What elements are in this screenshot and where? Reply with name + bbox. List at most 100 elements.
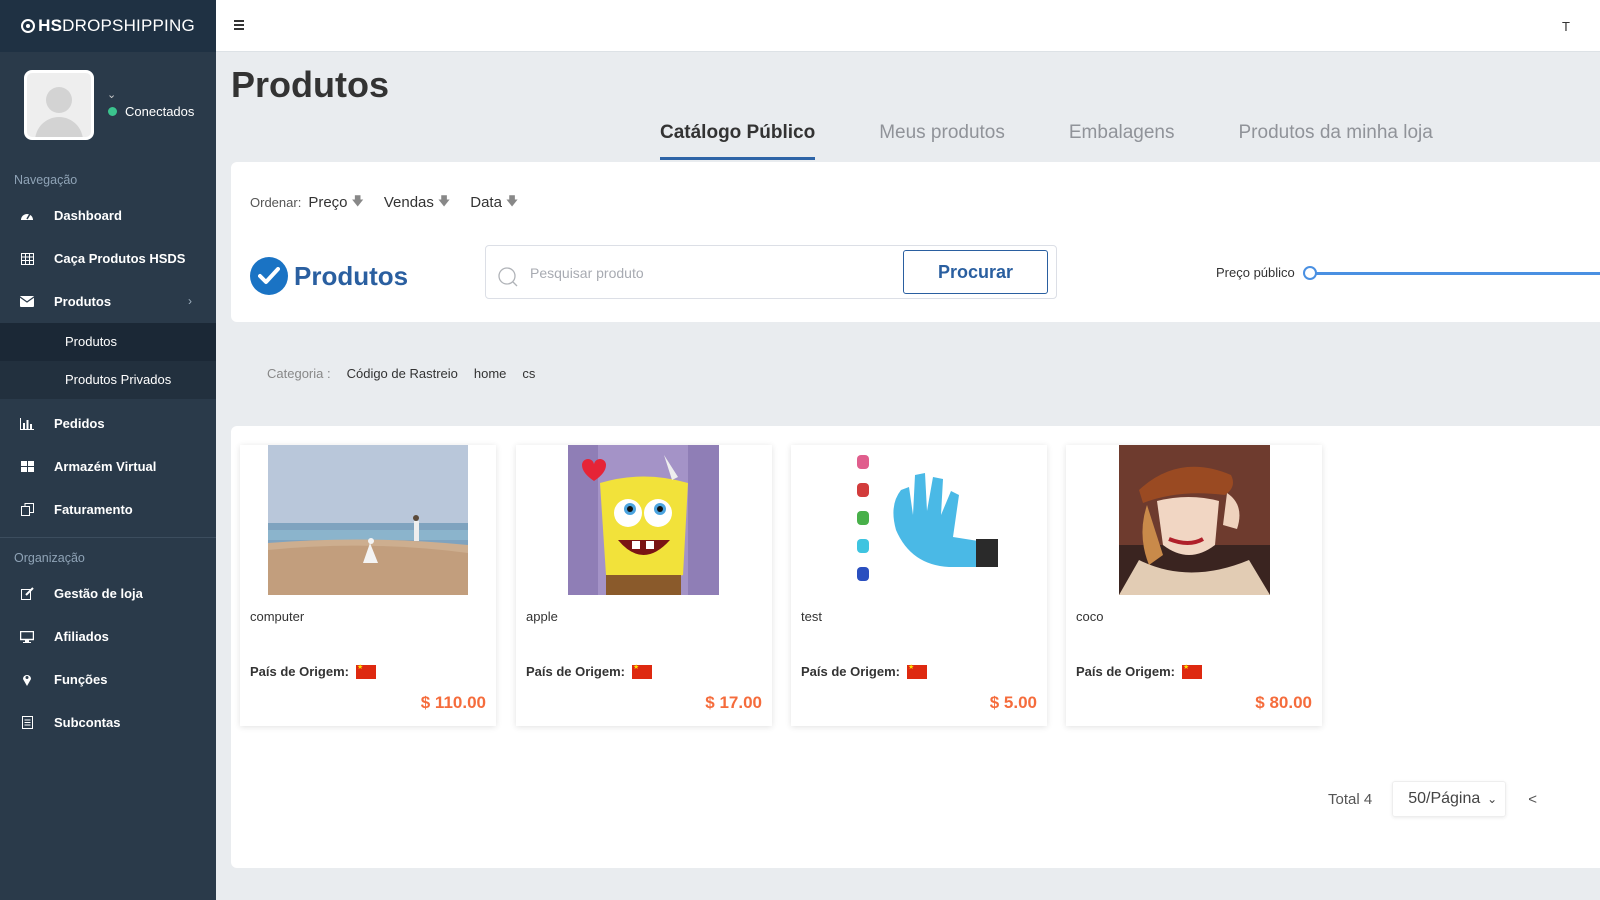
sidebar-item-label: Gestão de loja	[54, 586, 143, 601]
sort-row: Ordenar: Preço 🡇 Vendas 🡇 Data 🡇	[250, 192, 538, 213]
product-name: coco	[1076, 609, 1104, 624]
subnav-item-produtos-privados[interactable]: Produtos Privados	[0, 361, 216, 399]
tab-catalogo-publico[interactable]: Catálogo Público	[660, 118, 816, 160]
search-box: Procurar	[485, 245, 1057, 299]
sort-option-label: Preço	[308, 194, 348, 211]
product-card[interactable]: test País de Origem: $ 5.00	[791, 445, 1047, 726]
edit-icon	[19, 587, 35, 601]
section-heading-label: Produtos	[294, 260, 409, 291]
brand-prefix: HS	[38, 16, 63, 35]
product-card[interactable]: coco País de Origem: $ 80.00	[1066, 445, 1322, 726]
product-price: $ 17.00	[705, 693, 762, 712]
origin-label: País de Origem:	[526, 664, 625, 679]
brand-suffix: DROPSHIPPING	[62, 16, 195, 35]
sort-option-label: Vendas	[383, 194, 434, 211]
map-pin-icon	[19, 673, 35, 687]
hamburger-menu-icon[interactable]	[234, 20, 244, 32]
sidebar-item-produtos[interactable]: Produtos ›	[0, 280, 216, 323]
avatar[interactable]	[24, 70, 94, 140]
china-flag-icon	[906, 663, 927, 679]
product-price: $ 110.00	[420, 693, 486, 712]
product-origin: País de Origem:	[1076, 663, 1202, 679]
product-image[interactable]	[1119, 445, 1270, 595]
search-button[interactable]: Procurar	[903, 250, 1048, 294]
prev-page-button[interactable]: <	[1528, 791, 1537, 808]
product-origin: País de Origem:	[801, 663, 927, 679]
origin-label: País de Origem:	[250, 664, 349, 679]
brand-logo[interactable]: HS DROPSHIPPING	[0, 0, 216, 52]
sidebar-divider	[0, 537, 216, 538]
sidebar-item-subcontas[interactable]: Subcontas	[0, 701, 216, 744]
tab-embalagens[interactable]: Embalagens	[1069, 118, 1175, 160]
category-filter: Categoria : Código de Rastreio home cs	[267, 366, 551, 381]
product-name: apple	[526, 609, 558, 624]
sidebar-item-funcoes[interactable]: Funções	[0, 658, 216, 701]
bar-chart-icon	[19, 417, 35, 431]
produtos-submenu: Produtos Produtos Privados	[0, 323, 216, 399]
price-slider[interactable]	[1303, 266, 1600, 280]
sort-by-sales[interactable]: Vendas 🡇	[384, 192, 450, 213]
sidebar-item-pedidos[interactable]: Pedidos	[0, 402, 216, 445]
page-title: Produtos	[231, 64, 389, 105]
section-heading: Produtos	[250, 257, 408, 295]
sidebar-item-dashboard[interactable]: Dashboard	[0, 194, 216, 237]
dashboard-icon	[19, 209, 35, 223]
check-circle-icon	[250, 257, 288, 295]
sidebar-item-label: Subcontas	[54, 715, 121, 730]
tabs: Catálogo Público Meus produtos Embalagen…	[660, 118, 1497, 160]
online-status: Conectados	[108, 104, 194, 119]
sidebar: HS DROPSHIPPING ⌄ Conectados Navegação Da…	[0, 0, 216, 900]
slider-handle[interactable]	[1303, 266, 1317, 280]
envelope-icon	[19, 295, 35, 309]
product-name: computer	[250, 609, 305, 624]
tab-produtos-minha-loja[interactable]: Produtos da minha loja	[1239, 118, 1433, 160]
sort-by-price[interactable]: Preço 🡇	[308, 192, 364, 213]
product-origin: País de Origem:	[250, 663, 376, 679]
topbar-right-text[interactable]: T	[1562, 19, 1570, 34]
sidebar-item-label: Dashboard	[54, 208, 122, 223]
sidebar-item-caca-produtos[interactable]: Caça Produtos HSDS	[0, 237, 216, 280]
sidebar-item-label: Caça Produtos HSDS	[54, 251, 186, 266]
product-card[interactable]: computer País de Origem: $ 110.00	[240, 445, 496, 726]
status-dot-icon	[108, 107, 117, 116]
nav-group-navigation: Navegação	[14, 173, 78, 187]
category-label: Categoria :	[267, 366, 331, 381]
chevron-down-icon[interactable]: ⌄	[107, 88, 116, 101]
tab-meus-produtos[interactable]: Meus produtos	[879, 118, 1005, 160]
search-icon	[497, 266, 519, 293]
product-image[interactable]	[568, 445, 719, 595]
sidebar-item-afiliados[interactable]: Afiliados	[0, 615, 216, 658]
category-home[interactable]: home	[474, 366, 507, 381]
arrow-down-icon: 🡇	[505, 194, 519, 208]
sort-label: Ordenar:	[250, 195, 302, 210]
arrow-down-icon: 🡇	[351, 194, 364, 208]
china-flag-icon	[1181, 663, 1202, 679]
monitor-icon	[19, 630, 35, 644]
product-card[interactable]: apple País de Origem: $ 17.00	[516, 445, 772, 726]
pagination-total: Total 4	[1328, 790, 1373, 808]
subnav-item-produtos[interactable]: Produtos	[0, 323, 216, 361]
slider-track[interactable]	[1309, 272, 1600, 275]
product-image[interactable]	[841, 445, 1001, 595]
page-size-select[interactable]: 50/Página ⌄	[1392, 781, 1507, 817]
search-input[interactable]	[530, 261, 890, 285]
category-codigo-rastreio[interactable]: Código de Rastreio	[347, 366, 458, 381]
sidebar-item-armazem[interactable]: Armazém Virtual	[0, 445, 216, 488]
pagination: Total 4 50/Página ⌄ <	[1328, 781, 1537, 817]
china-flag-icon	[631, 663, 652, 679]
grid-icon	[19, 460, 35, 474]
arrow-down-icon: 🡇	[437, 194, 451, 208]
sidebar-item-gestao-loja[interactable]: Gestão de loja	[0, 572, 216, 615]
logo-icon	[21, 19, 36, 33]
sidebar-item-label: Faturamento	[54, 502, 133, 517]
price-filter-label: Preço público	[1216, 265, 1295, 280]
document-icon	[19, 716, 35, 730]
product-grid: computer País de Origem: $ 110.00 apple …	[231, 426, 1600, 868]
topbar: T	[216, 0, 1600, 52]
sidebar-item-label: Armazém Virtual	[54, 459, 157, 474]
sidebar-item-faturamento[interactable]: Faturamento	[0, 488, 216, 531]
table-icon	[19, 252, 35, 266]
product-image[interactable]	[268, 445, 468, 595]
sort-by-date[interactable]: Data 🡇	[470, 192, 518, 213]
category-cs[interactable]: cs	[522, 366, 535, 381]
